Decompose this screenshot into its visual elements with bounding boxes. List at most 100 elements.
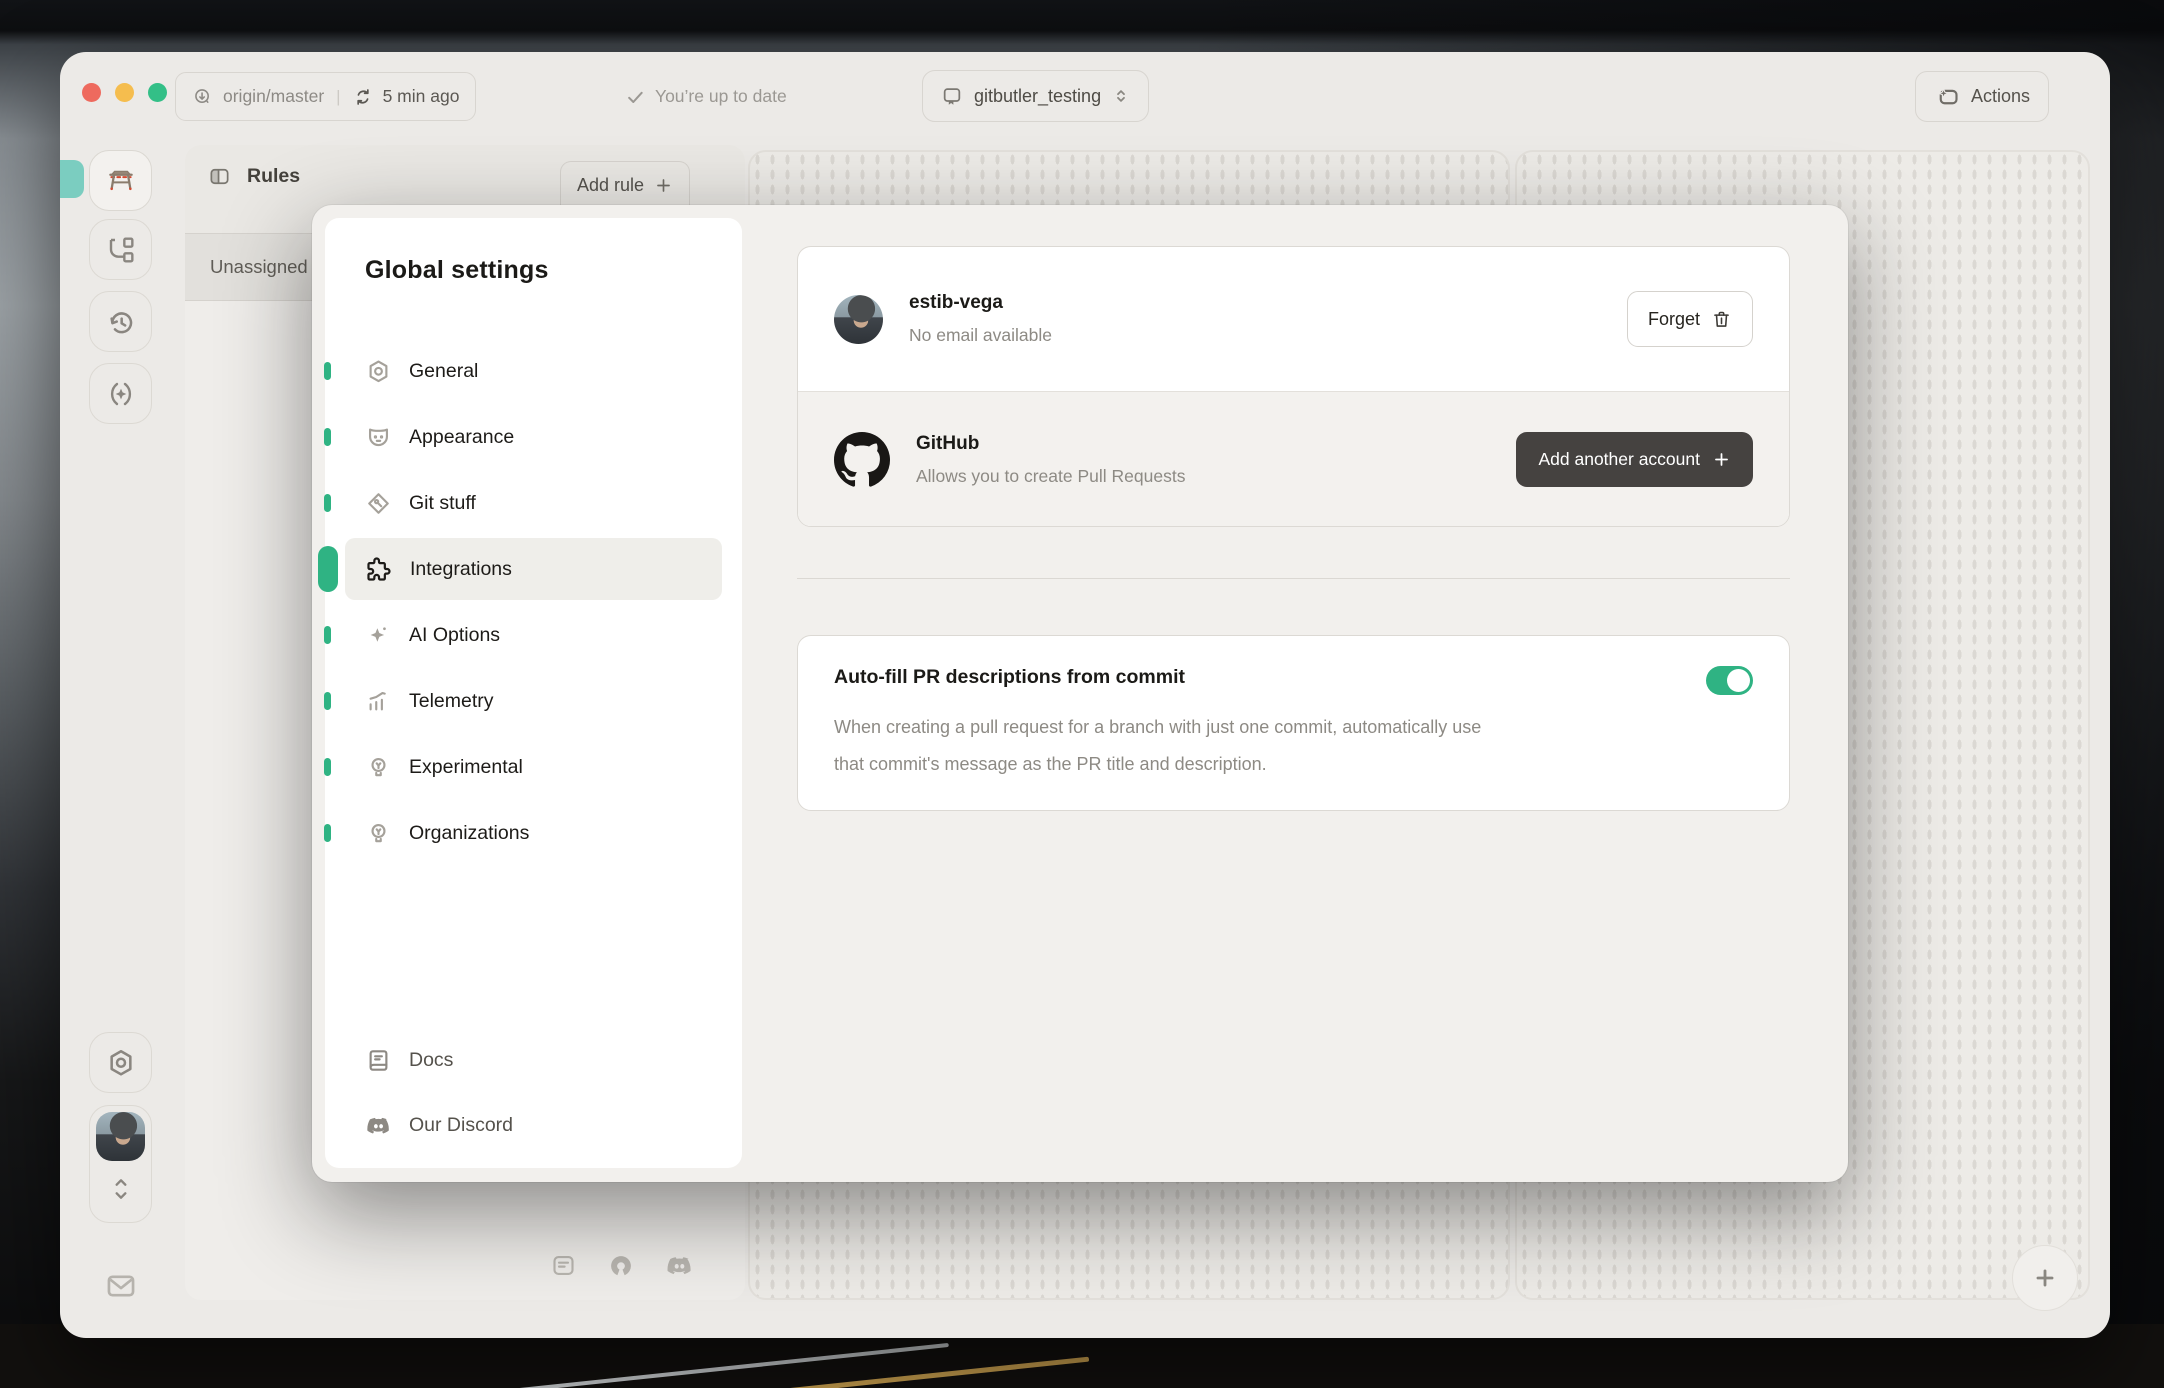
nav-label: AI Options bbox=[409, 624, 500, 647]
sync-icon bbox=[353, 87, 373, 107]
open-source-icon[interactable] bbox=[607, 1252, 635, 1280]
branches-icon bbox=[105, 234, 137, 266]
user-avatar[interactable] bbox=[96, 1112, 145, 1161]
discord-label: Our Discord bbox=[409, 1114, 513, 1137]
section-divider bbox=[797, 578, 1790, 579]
branches-rail-button[interactable] bbox=[89, 219, 152, 280]
nav-label: Telemetry bbox=[409, 690, 494, 713]
branch-name: origin/master bbox=[223, 86, 324, 107]
settings-nav-panel: Global settings General bbox=[325, 218, 742, 1168]
add-account-label: Add another account bbox=[1538, 449, 1700, 470]
forget-label: Forget bbox=[1648, 309, 1700, 330]
road-line bbox=[701, 1357, 1089, 1388]
ai-actions-rail-button[interactable] bbox=[89, 363, 152, 424]
app-window: origin/master | 5 min ago You’re up to d… bbox=[60, 52, 2110, 1338]
git-diamond-icon bbox=[365, 490, 392, 517]
ai-sparkle-brackets-icon bbox=[105, 378, 137, 410]
discord-icon bbox=[365, 1112, 392, 1139]
chevron-up-down-icon bbox=[108, 1172, 134, 1206]
nav-marker bbox=[324, 824, 331, 842]
bulb-icon bbox=[365, 820, 392, 847]
desktop-wallpaper: origin/master | 5 min ago You’re up to d… bbox=[0, 0, 2164, 1388]
settings-title: Global settings bbox=[365, 256, 549, 285]
nav-label: Appearance bbox=[409, 426, 514, 449]
close-window-button[interactable] bbox=[82, 83, 101, 102]
discord-icon[interactable] bbox=[665, 1251, 694, 1280]
history-clock-icon bbox=[105, 306, 137, 338]
sync-status: You’re up to date bbox=[625, 72, 787, 121]
chevron-up-down-icon bbox=[1112, 87, 1130, 105]
zoom-window-button[interactable] bbox=[148, 83, 167, 102]
nav-item-experimental[interactable]: Experimental bbox=[345, 736, 722, 798]
user-menu[interactable] bbox=[89, 1105, 152, 1223]
github-logo-icon bbox=[834, 432, 890, 488]
last-fetch-time: 5 min ago bbox=[383, 86, 460, 107]
nav-label: General bbox=[409, 360, 478, 383]
autofill-toggle[interactable] bbox=[1706, 666, 1753, 695]
add-account-button[interactable]: Add another account bbox=[1516, 432, 1753, 487]
add-rule-button[interactable]: Add rule bbox=[560, 161, 690, 209]
nav-item-appearance[interactable]: Appearance bbox=[345, 406, 722, 468]
check-icon bbox=[625, 87, 645, 107]
changelog-icon[interactable] bbox=[550, 1252, 577, 1279]
branch-sync-pill[interactable]: origin/master | 5 min ago bbox=[175, 72, 476, 121]
actions-label: Actions bbox=[1971, 86, 2030, 107]
docs-link[interactable]: Docs bbox=[325, 1040, 742, 1080]
chart-icon bbox=[365, 688, 392, 715]
actions-button[interactable]: Actions bbox=[1915, 71, 2049, 122]
mail-icon bbox=[104, 1269, 138, 1303]
forget-account-button[interactable]: Forget bbox=[1627, 291, 1753, 347]
nav-marker bbox=[324, 494, 331, 512]
nav-item-git-stuff[interactable]: Git stuff bbox=[345, 472, 722, 534]
github-service-row: GitHub Allows you to create Pull Request… bbox=[798, 391, 1789, 527]
nav-item-telemetry[interactable]: Telemetry bbox=[345, 670, 722, 732]
nav-label: Git stuff bbox=[409, 492, 476, 515]
nav-marker bbox=[324, 692, 331, 710]
settings-nav-list: General Appearance bbox=[325, 340, 742, 868]
plus-icon bbox=[1712, 450, 1731, 469]
nav-marker bbox=[324, 626, 331, 644]
feedback-mail-button[interactable] bbox=[89, 1255, 152, 1316]
docs-label: Docs bbox=[409, 1049, 453, 1072]
puzzle-icon bbox=[365, 555, 393, 583]
panel-footer-links bbox=[550, 1251, 694, 1280]
nav-marker-selected bbox=[318, 546, 338, 592]
autofill-description: When creating a pull request for a branc… bbox=[834, 709, 1514, 783]
account-avatar bbox=[834, 295, 883, 344]
nav-marker bbox=[324, 428, 331, 446]
nav-label: Organizations bbox=[409, 822, 529, 845]
plus-icon bbox=[2032, 1265, 2058, 1291]
gear-hexagon-icon bbox=[105, 1047, 137, 1079]
project-tab-indicator bbox=[60, 160, 84, 198]
nav-item-organizations[interactable]: Organizations bbox=[345, 802, 722, 864]
bulb-icon bbox=[365, 754, 392, 781]
autofill-pr-card: Auto-fill PR descriptions from commit Wh… bbox=[797, 635, 1790, 811]
settings-content: estib-vega No email available Forget bbox=[797, 205, 1790, 1182]
unassigned-label: Unassigned bbox=[210, 256, 308, 278]
canvas-zoom-in-button[interactable] bbox=[2012, 1245, 2078, 1311]
workspace-rail-button[interactable] bbox=[89, 150, 152, 211]
nav-marker bbox=[324, 758, 331, 776]
nav-item-ai-options[interactable]: AI Options bbox=[345, 604, 722, 666]
mask-icon bbox=[365, 424, 392, 451]
workbench-icon bbox=[104, 164, 138, 198]
github-subtitle: Allows you to create Pull Requests bbox=[916, 466, 1185, 487]
nav-marker bbox=[324, 362, 331, 380]
discord-link[interactable]: Our Discord bbox=[325, 1105, 742, 1145]
fetch-icon bbox=[192, 86, 213, 107]
add-rule-label: Add rule bbox=[577, 175, 644, 196]
pill-divider: | bbox=[334, 87, 342, 107]
project-selector[interactable]: gitbutler_testing bbox=[922, 70, 1149, 122]
project-name: gitbutler_testing bbox=[974, 86, 1101, 107]
trash-icon bbox=[1711, 309, 1732, 330]
account-username: estib-vega bbox=[909, 292, 1052, 314]
history-rail-button[interactable] bbox=[89, 291, 152, 352]
sync-status-label: You’re up to date bbox=[655, 86, 787, 107]
nav-item-general[interactable]: General bbox=[345, 340, 722, 402]
minimize-window-button[interactable] bbox=[115, 83, 134, 102]
settings-rail-button[interactable] bbox=[89, 1032, 152, 1093]
account-email-status: No email available bbox=[909, 325, 1052, 346]
github-title: GitHub bbox=[916, 433, 1185, 455]
nav-item-integrations[interactable]: Integrations bbox=[345, 538, 722, 600]
toggle-knob bbox=[1727, 669, 1750, 692]
